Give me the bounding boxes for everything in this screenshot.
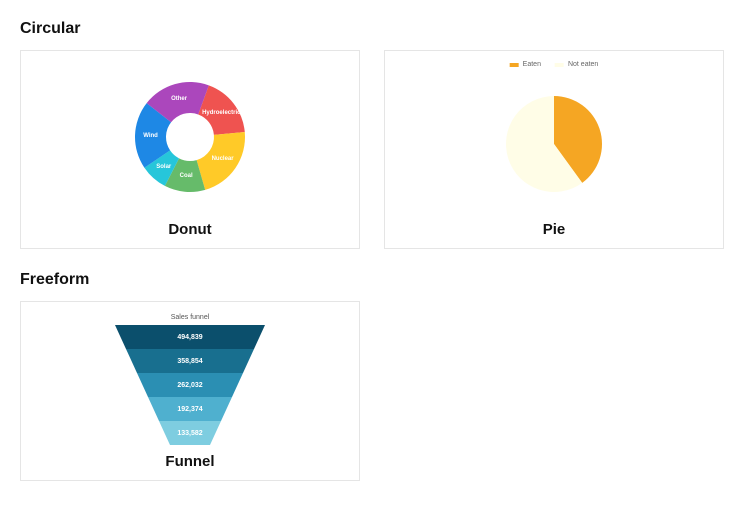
pie-legend-item-eaten: Eaten bbox=[510, 61, 541, 68]
page: Circular HydroelectricNuclearCoalSolarWi… bbox=[0, 0, 747, 523]
donut-svg bbox=[115, 62, 265, 212]
funnel-chart: Sales funnel 494,839358,854262,032192,37… bbox=[29, 312, 351, 445]
funnel-segment: 358,854 bbox=[126, 349, 254, 373]
funnel-segment: 133,582 bbox=[159, 421, 221, 445]
funnel-card[interactable]: Sales funnel 494,839358,854262,032192,37… bbox=[20, 301, 360, 481]
pie-legend-item-noteaten: Not eaten bbox=[555, 61, 598, 68]
pie-legend-label: Not eaten bbox=[568, 61, 598, 68]
pie-chart: Eaten Not eaten bbox=[393, 61, 715, 213]
legend-swatch-icon bbox=[510, 63, 519, 67]
funnel-stack: 494,839358,854262,032192,374133,582 bbox=[29, 325, 351, 445]
section-freeform-title: Freeform bbox=[20, 271, 727, 289]
funnel-segment: 192,374 bbox=[148, 397, 232, 421]
legend-swatch-icon bbox=[555, 63, 564, 67]
donut-chart: HydroelectricNuclearCoalSolarWindOther bbox=[29, 61, 351, 213]
section-circular-title: Circular bbox=[20, 20, 727, 38]
pie-legend-label: Eaten bbox=[523, 61, 541, 68]
pie-svg bbox=[494, 84, 614, 204]
funnel-segment: 494,839 bbox=[115, 325, 265, 349]
funnel-card-title: Funnel bbox=[165, 453, 214, 470]
freeform-row: Sales funnel 494,839358,854262,032192,37… bbox=[20, 301, 727, 481]
pie-card-title: Pie bbox=[543, 221, 566, 238]
pie-legend: Eaten Not eaten bbox=[510, 61, 599, 68]
circular-row: HydroelectricNuclearCoalSolarWindOther D… bbox=[20, 50, 727, 249]
pie-card[interactable]: Eaten Not eaten Pie bbox=[384, 50, 724, 249]
donut-slice bbox=[197, 132, 245, 190]
funnel-chart-title: Sales funnel bbox=[29, 314, 351, 321]
donut-card[interactable]: HydroelectricNuclearCoalSolarWindOther D… bbox=[20, 50, 360, 249]
funnel-segment: 262,032 bbox=[137, 373, 243, 397]
donut-card-title: Donut bbox=[168, 221, 211, 238]
